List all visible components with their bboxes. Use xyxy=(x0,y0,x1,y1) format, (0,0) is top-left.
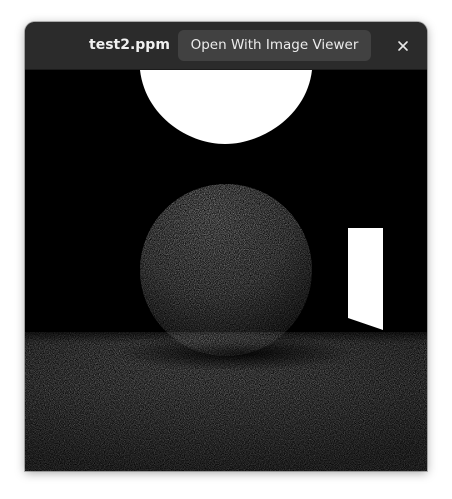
open-with-image-viewer-button[interactable]: Open With Image Viewer xyxy=(178,30,371,61)
panel-light xyxy=(348,228,383,330)
app-window: test2.ppm Open With Image Viewer xyxy=(25,22,427,471)
close-icon xyxy=(398,41,408,51)
header-bar: test2.ppm Open With Image Viewer xyxy=(25,22,427,70)
close-button[interactable] xyxy=(391,34,415,58)
sphere xyxy=(140,184,312,356)
window-title: test2.ppm xyxy=(89,37,170,53)
image-preview xyxy=(25,70,427,471)
rendered-scene-image xyxy=(25,70,427,471)
